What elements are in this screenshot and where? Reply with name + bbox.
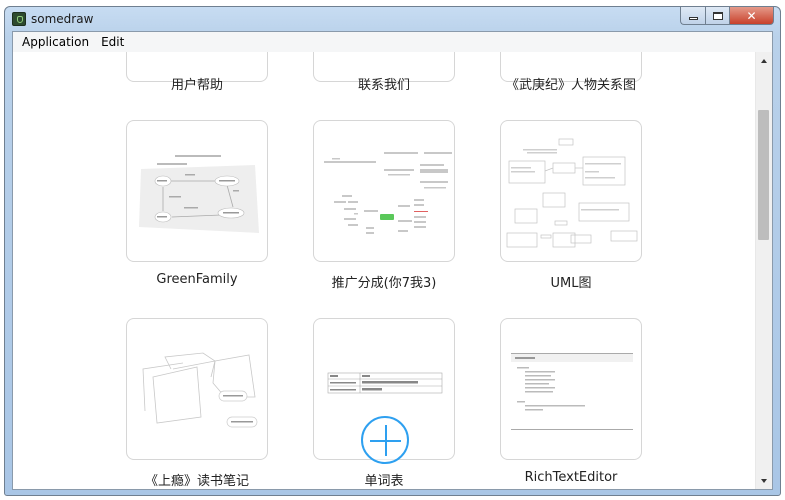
maximize-icon — [712, 11, 723, 20]
add-button[interactable] — [361, 416, 409, 464]
title-bar[interactable]: somedraw ✕ — [5, 7, 780, 31]
arrow-up-icon — [761, 58, 767, 63]
minimize-icon — [688, 16, 698, 20]
card-label[interactable]: 《武庚纪》人物关系图 — [471, 74, 671, 93]
card-label[interactable]: RichTextEditor — [471, 470, 671, 485]
scrollbar-thumb[interactable] — [758, 110, 769, 240]
rich-text-thumbnail — [511, 353, 633, 430]
card-label[interactable]: GreenFamily — [97, 272, 297, 287]
close-button[interactable]: ✕ — [730, 7, 774, 25]
arrow-down-icon — [761, 478, 767, 483]
minimize-button[interactable] — [680, 7, 705, 25]
scroll-down-button[interactable] — [756, 472, 772, 489]
window-controls: ✕ — [680, 7, 774, 26]
card-label[interactable]: 联系我们 — [284, 74, 484, 93]
menu-application[interactable]: Application — [16, 33, 95, 51]
mindmap-thumbnail — [324, 152, 452, 234]
scroll-up-button[interactable] — [756, 52, 772, 69]
family-diagram-thumbnail — [139, 155, 259, 233]
card-label[interactable]: 单词表 — [284, 470, 484, 489]
card-promotion-share[interactable] — [313, 120, 455, 262]
menu-bar: Application Edit — [13, 32, 772, 53]
card-uml[interactable] — [500, 120, 642, 262]
window-title: somedraw — [31, 12, 94, 26]
maximize-button[interactable] — [705, 7, 730, 25]
vertical-scrollbar[interactable] — [755, 52, 772, 489]
app-logo-icon — [12, 12, 26, 26]
card-label[interactable]: 用户帮助 — [97, 74, 297, 93]
card-rich-text-editor[interactable] — [500, 318, 642, 460]
close-icon: ✕ — [746, 8, 757, 23]
menu-edit[interactable]: Edit — [95, 33, 130, 51]
card-addiction-notes[interactable] — [126, 318, 268, 460]
card-green-family[interactable] — [126, 120, 268, 262]
card-label[interactable]: 推广分成(你7我3) — [284, 272, 484, 291]
card-label[interactable]: 《上瘾》读书笔记 — [97, 470, 297, 489]
card-label[interactable]: UML图 — [471, 272, 671, 291]
uml-diagram-thumbnail — [506, 138, 638, 248]
paper-notes-thumbnail — [142, 352, 258, 428]
